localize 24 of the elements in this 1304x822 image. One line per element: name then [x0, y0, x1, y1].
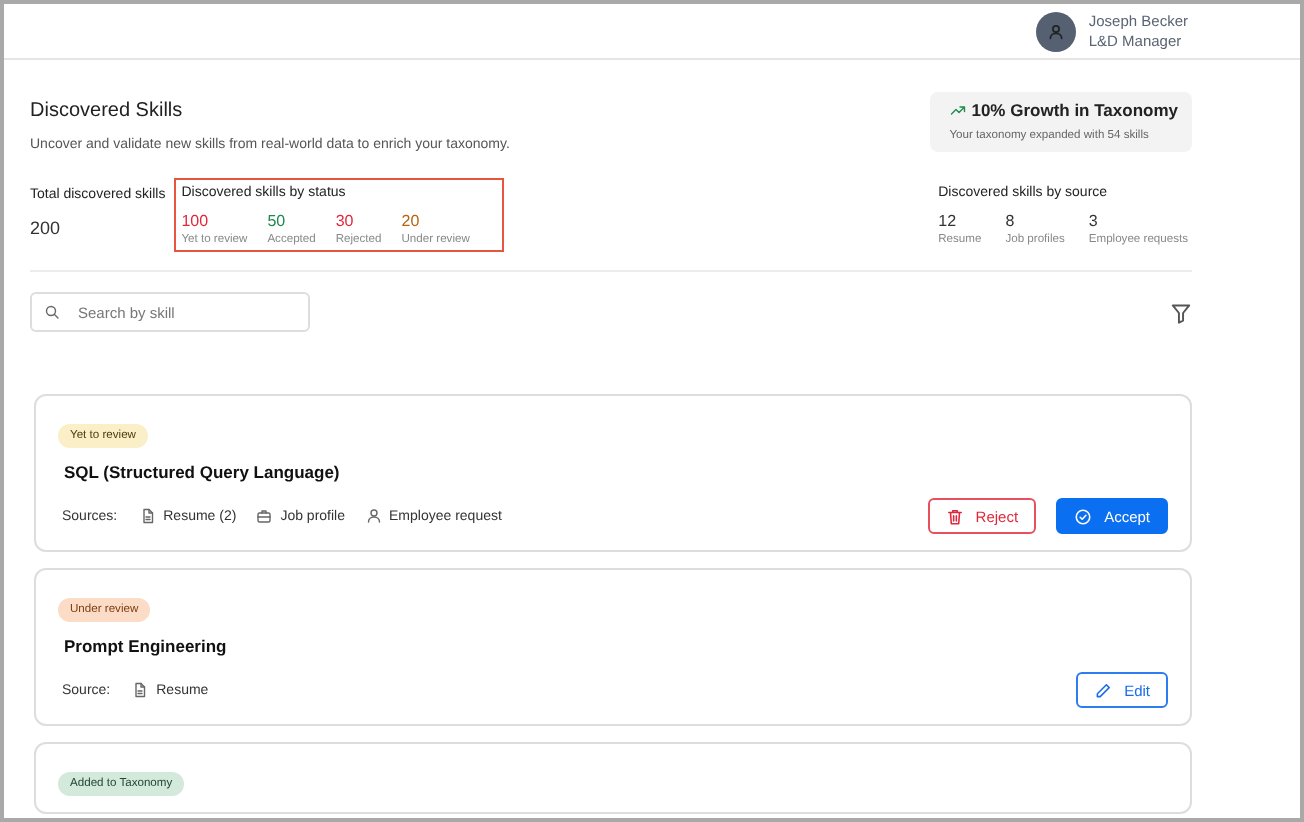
avatar-icon — [1036, 11, 1077, 51]
document-icon — [139, 508, 156, 524]
page-title: Discovered Skills — [30, 100, 185, 122]
stat-value: 30 — [335, 212, 356, 230]
stat-value: 8 — [1005, 212, 1017, 230]
person-icon — [365, 508, 381, 524]
stat-value: 50 — [267, 212, 288, 230]
search-icon — [44, 304, 60, 320]
filter-button[interactable] — [1170, 301, 1192, 323]
briefcase-icon — [256, 508, 273, 524]
skill-title: Prompt Engineering — [64, 636, 229, 656]
trash-icon — [945, 507, 964, 525]
stat-value: 3 — [1088, 212, 1100, 230]
stat-value: 20 — [401, 212, 422, 230]
skill-title: SQL (Structured Query Language) — [64, 462, 342, 482]
growth-title: 10% Growth in Taxonomy — [971, 100, 1178, 120]
stat-value: 200 — [30, 218, 63, 238]
filter-icon — [1170, 301, 1192, 323]
trend-up-icon — [949, 102, 966, 118]
document-icon — [132, 682, 149, 698]
check-circle-icon — [1074, 507, 1093, 525]
stat-value: 12 — [938, 212, 959, 230]
pencil-icon — [1094, 681, 1113, 699]
stat-value: 100 — [181, 212, 211, 230]
